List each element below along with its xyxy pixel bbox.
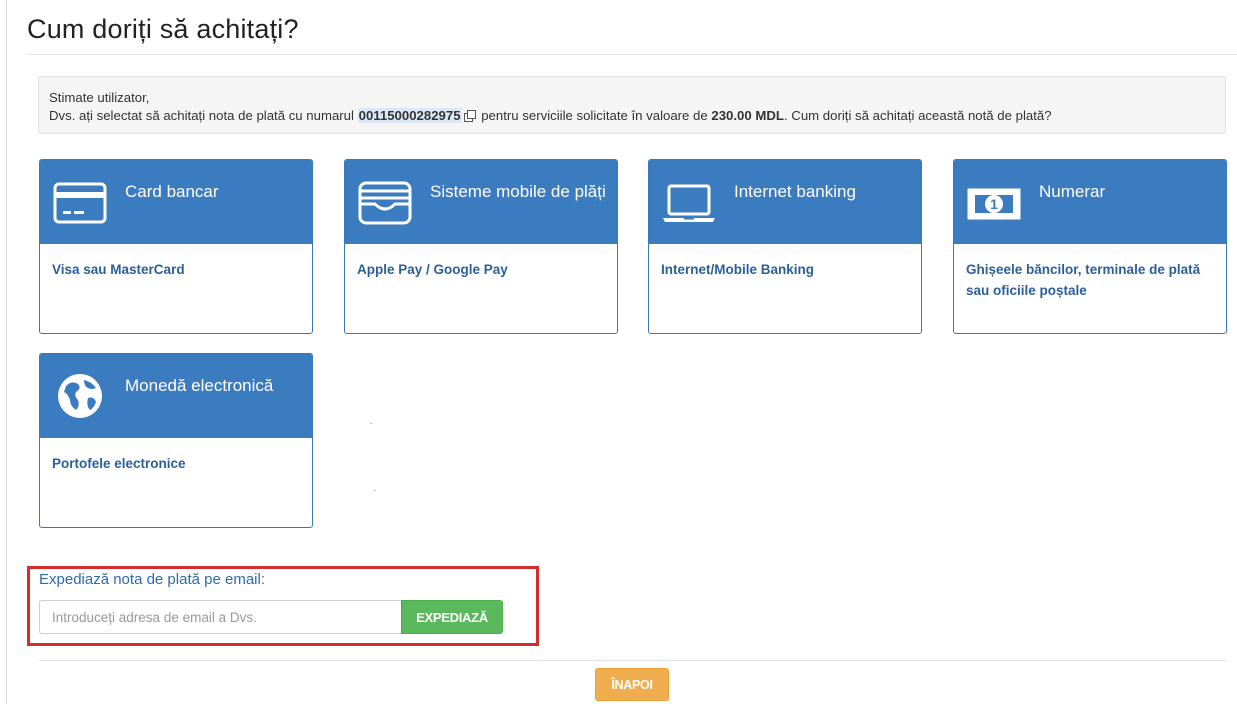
notice-text-end: . Cum doriți să achitați această notă de… (783, 108, 1052, 123)
payment-option-card-bancar[interactable]: Card bancar Visa sau MasterCard (39, 159, 313, 334)
left-border (6, 0, 7, 704)
payment-option-title: Internet banking (734, 182, 856, 201)
payment-option-description: Visa sau MasterCard (52, 262, 185, 277)
card-header: Card bancar (40, 160, 312, 244)
laptop-icon (663, 184, 715, 222)
payment-option-title: Numerar (1039, 182, 1106, 201)
globe-icon (58, 374, 102, 418)
email-input[interactable] (39, 600, 401, 634)
card-header: Sisteme mobile de plăți (345, 160, 617, 244)
payment-option-numerar[interactable]: 1 Numerar Ghișeele băncilor, terminale d… (953, 159, 1227, 334)
artifact-dot (370, 423, 372, 424)
notice-text-after: pentru serviciile solicitate în valoare … (477, 108, 712, 123)
payment-option-description: Internet/Mobile Banking (661, 262, 815, 277)
notice-message: Dvs. ați selectat să achitați nota de pl… (49, 107, 1215, 125)
banknote-icon: 1 (967, 188, 1021, 220)
card-header: 1 Numerar (954, 160, 1226, 244)
payment-notice: Stimate utilizator, Dvs. ați selectat să… (38, 76, 1226, 134)
artifact-dot (374, 490, 376, 491)
card-header: Internet banking (649, 160, 921, 244)
invoice-amount: 230.00 MDL (711, 108, 784, 123)
wallet-icon (358, 181, 412, 225)
payment-option-title: Sisteme mobile de plăți (430, 182, 606, 201)
payment-option-title: Card bancar (125, 182, 219, 201)
payment-option-title: Monedă electronică (125, 376, 274, 395)
back-button[interactable]: ÎNAPOI (595, 668, 669, 701)
card-header: Monedă electronică (40, 354, 312, 438)
payment-option-description: Ghișeele băncilor, terminale de plată sa… (966, 262, 1201, 298)
page-title: Cum doriți să achitați? (27, 14, 299, 44)
credit-card-icon (53, 182, 107, 224)
invoice-number: 00115000282975 (357, 108, 462, 123)
copy-icon[interactable] (463, 110, 476, 122)
svg-text:1: 1 (990, 196, 998, 212)
title-divider (27, 54, 1237, 55)
notice-text-before: Dvs. ați selectat să achitați nota de pl… (49, 108, 358, 123)
payment-option-mobile[interactable]: Sisteme mobile de plăți Apple Pay / Goog… (344, 159, 618, 334)
payment-option-description: Apple Pay / Google Pay (357, 262, 508, 277)
payment-option-description: Portofele electronice (52, 456, 186, 471)
payment-option-internet-banking[interactable]: Internet banking Internet/Mobile Banking (648, 159, 922, 334)
payment-option-e-money[interactable]: Monedă electronică Portofele electronice (39, 353, 313, 528)
send-email-button[interactable]: EXPEDIAZĂ (401, 600, 503, 634)
footer-divider (39, 660, 1226, 661)
notice-greeting: Stimate utilizator, (49, 90, 150, 105)
email-label: Expediază nota de plată pe email: (39, 571, 265, 588)
